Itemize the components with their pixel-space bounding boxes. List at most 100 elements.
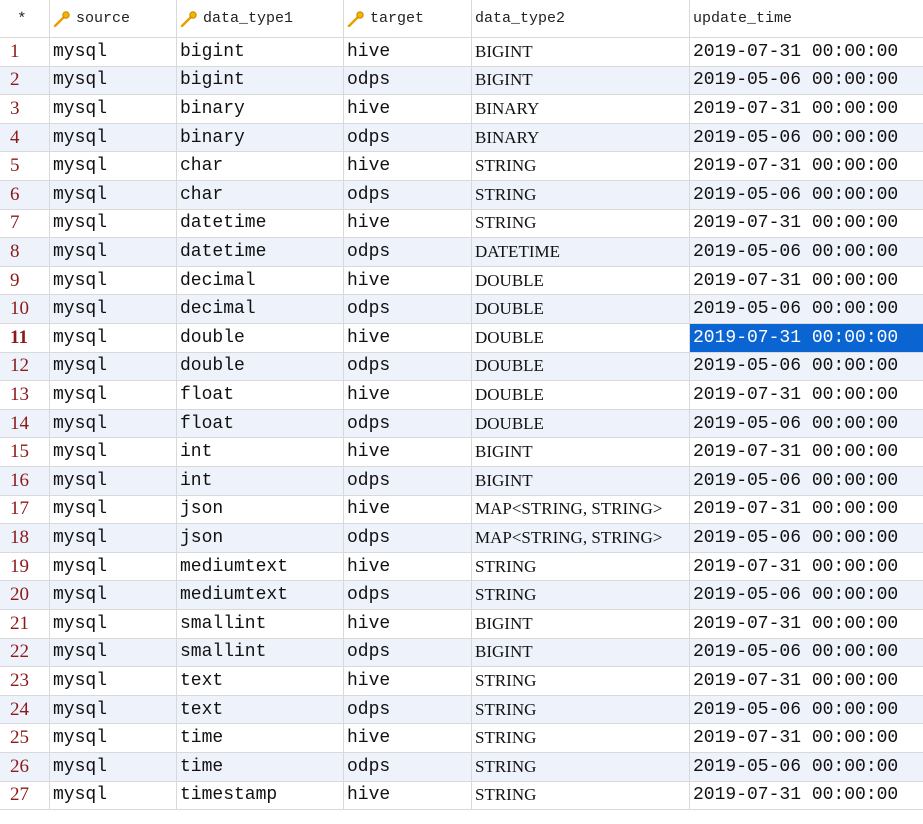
cell-source[interactable]: mysql bbox=[50, 467, 177, 495]
table-row[interactable]: 9 mysql decimal hive DOUBLE 2019-07-31 00:00:… bbox=[0, 266, 923, 296]
cell-data-type2[interactable]: BIGINT bbox=[472, 638, 690, 667]
cell-data-type2[interactable]: BIGINT bbox=[472, 38, 690, 66]
cell-data-type1[interactable]: decimal bbox=[177, 295, 344, 323]
table-row[interactable]: 18 mysql json odps MAP<STRING, STRING> 2019-0… bbox=[0, 524, 923, 553]
header-row-marker[interactable]: * bbox=[0, 0, 50, 37]
cell-data-type2[interactable]: STRING bbox=[472, 552, 690, 581]
row-number-cell[interactable]: 11 bbox=[0, 324, 50, 352]
cell-target[interactable]: odps bbox=[344, 638, 472, 667]
cell-source[interactable]: mysql bbox=[50, 152, 177, 180]
row-number-cell[interactable]: 20 bbox=[0, 581, 50, 609]
cell-data-type2[interactable]: MAP<STRING, STRING> bbox=[472, 524, 690, 552]
cell-data-type1[interactable]: char bbox=[177, 152, 344, 180]
row-number-cell[interactable]: 21 bbox=[0, 610, 50, 638]
cell-target[interactable]: hive bbox=[344, 610, 472, 638]
cell-data-type1[interactable]: double bbox=[177, 352, 344, 381]
cell-data-type1[interactable]: text bbox=[177, 695, 344, 724]
cell-target[interactable]: odps bbox=[344, 753, 472, 781]
cell-data-type1[interactable]: int bbox=[177, 438, 344, 466]
cell-data-type2[interactable]: BIGINT bbox=[472, 610, 690, 638]
cell-source[interactable]: mysql bbox=[50, 352, 177, 381]
table-row[interactable]: 23 mysql text hive STRING 2019-07-31 00:00:00 bbox=[0, 667, 923, 696]
cell-data-type1[interactable]: float bbox=[177, 409, 344, 438]
cell-source[interactable]: mysql bbox=[50, 181, 177, 209]
cell-data-type2[interactable]: DOUBLE bbox=[472, 409, 690, 438]
cell-data-type2[interactable]: STRING bbox=[472, 667, 690, 695]
cell-data-type1[interactable]: json bbox=[177, 495, 344, 524]
column-header-data-type1[interactable]: data_type1 bbox=[177, 0, 344, 37]
cell-update-time[interactable]: 2019-05-06 00:00:00 bbox=[690, 524, 923, 552]
cell-target[interactable]: hive bbox=[344, 781, 472, 810]
table-row[interactable]: 12 mysql double odps DOUBLE 2019-05-06 00:00:… bbox=[0, 352, 923, 382]
row-number-cell[interactable]: 14 bbox=[0, 409, 50, 438]
cell-source[interactable]: mysql bbox=[50, 581, 177, 609]
cell-update-time[interactable]: 2019-07-31 00:00:00 bbox=[690, 610, 923, 638]
cell-data-type2[interactable]: BINARY bbox=[472, 95, 690, 123]
cell-source[interactable]: mysql bbox=[50, 95, 177, 123]
row-number-cell[interactable]: 24 bbox=[0, 695, 50, 724]
row-number-cell[interactable]: 8 bbox=[0, 238, 50, 266]
cell-update-time[interactable]: 2019-07-31 00:00:00 bbox=[690, 152, 923, 180]
row-number-cell[interactable]: 10 bbox=[0, 295, 50, 323]
cell-target[interactable]: odps bbox=[344, 352, 472, 381]
row-number-cell[interactable]: 16 bbox=[0, 467, 50, 495]
cell-target[interactable]: hive bbox=[344, 95, 472, 123]
table-row[interactable]: 27 mysql timestamp hive STRING 2019-07-31 00:… bbox=[0, 781, 923, 811]
cell-data-type1[interactable]: mediumtext bbox=[177, 552, 344, 581]
cell-update-time[interactable]: 2019-07-31 00:00:00 bbox=[690, 324, 923, 352]
cell-data-type1[interactable]: double bbox=[177, 324, 344, 352]
row-number-cell[interactable]: 1 bbox=[0, 38, 50, 66]
cell-target[interactable]: hive bbox=[344, 324, 472, 352]
table-row[interactable]: 5 mysql char hive STRING 2019-07-31 00:00:00 bbox=[0, 152, 923, 181]
cell-source[interactable]: mysql bbox=[50, 324, 177, 352]
table-row[interactable]: 14 mysql float odps DOUBLE 2019-05-06 00:00:0… bbox=[0, 409, 923, 439]
row-number-cell[interactable]: 18 bbox=[0, 524, 50, 552]
cell-update-time[interactable]: 2019-05-06 00:00:00 bbox=[690, 124, 923, 152]
cell-data-type1[interactable]: binary bbox=[177, 95, 344, 123]
table-row[interactable]: 10 mysql decimal odps DOUBLE 2019-05-06 00:00… bbox=[0, 295, 923, 324]
cell-data-type1[interactable]: binary bbox=[177, 123, 344, 152]
cell-update-time[interactable]: 2019-05-06 00:00:00 bbox=[690, 696, 923, 724]
table-row[interactable]: 1 mysql bigint hive BIGINT 2019-07-31 00:00:0… bbox=[0, 38, 923, 67]
row-number-cell[interactable]: 2 bbox=[0, 66, 50, 95]
table-row[interactable]: 25 mysql time hive STRING 2019-07-31 00:00:00 bbox=[0, 724, 923, 753]
cell-data-type2[interactable]: STRING bbox=[472, 581, 690, 609]
cell-source[interactable]: mysql bbox=[50, 295, 177, 323]
cell-source[interactable]: mysql bbox=[50, 524, 177, 552]
cell-target[interactable]: odps bbox=[344, 581, 472, 609]
cell-data-type2[interactable]: STRING bbox=[472, 724, 690, 752]
cell-update-time[interactable]: 2019-07-31 00:00:00 bbox=[690, 38, 923, 66]
cell-target[interactable]: hive bbox=[344, 552, 472, 581]
cell-data-type2[interactable]: STRING bbox=[472, 695, 690, 724]
row-number-cell[interactable]: 9 bbox=[0, 266, 50, 295]
cell-update-time[interactable]: 2019-07-31 00:00:00 bbox=[690, 95, 923, 123]
cell-update-time[interactable]: 2019-05-06 00:00:00 bbox=[690, 410, 923, 438]
cell-source[interactable]: mysql bbox=[50, 123, 177, 152]
cell-target[interactable]: odps bbox=[344, 524, 472, 552]
cell-data-type1[interactable]: time bbox=[177, 753, 344, 781]
cell-update-time[interactable]: 2019-05-06 00:00:00 bbox=[690, 295, 923, 323]
cell-data-type1[interactable]: datetime bbox=[177, 238, 344, 266]
table-row[interactable]: 15 mysql int hive BIGINT 2019-07-31 00:00:00 bbox=[0, 438, 923, 467]
cell-data-type1[interactable]: json bbox=[177, 524, 344, 552]
cell-data-type2[interactable]: STRING bbox=[472, 781, 690, 810]
cell-target[interactable]: odps bbox=[344, 181, 472, 209]
cell-source[interactable]: mysql bbox=[50, 610, 177, 638]
cell-data-type1[interactable]: timestamp bbox=[177, 781, 344, 810]
cell-data-type1[interactable]: float bbox=[177, 381, 344, 409]
row-number-cell[interactable]: 26 bbox=[0, 753, 50, 781]
cell-update-time[interactable]: 2019-05-06 00:00:00 bbox=[690, 753, 923, 781]
column-header-source[interactable]: source bbox=[50, 0, 177, 37]
cell-source[interactable]: mysql bbox=[50, 409, 177, 438]
row-number-cell[interactable]: 27 bbox=[0, 781, 50, 810]
table-row[interactable]: 22 mysql smallint odps BIGINT 2019-05-06 00:0… bbox=[0, 638, 923, 668]
cell-update-time[interactable]: 2019-05-06 00:00:00 bbox=[690, 467, 923, 495]
cell-update-time[interactable]: 2019-07-31 00:00:00 bbox=[690, 267, 923, 295]
cell-update-time[interactable]: 2019-07-31 00:00:00 bbox=[690, 667, 923, 695]
cell-data-type1[interactable]: bigint bbox=[177, 66, 344, 95]
table-row[interactable]: 2 mysql bigint odps BIGINT 2019-05-06 00:00:0… bbox=[0, 66, 923, 96]
table-row[interactable]: 3 mysql binary hive BINARY 2019-07-31 00:00:0… bbox=[0, 95, 923, 124]
cell-data-type2[interactable]: STRING bbox=[472, 152, 690, 180]
table-row[interactable]: 11 mysql double hive DOUBLE 2019-07-31 00:00:… bbox=[0, 324, 923, 353]
cell-target[interactable]: hive bbox=[344, 495, 472, 524]
